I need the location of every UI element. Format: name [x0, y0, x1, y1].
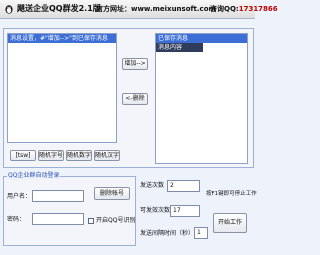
official-site-label: 官方网址：	[96, 5, 131, 13]
send-interval-input[interactable]: 1	[194, 227, 208, 239]
enable-auto-login-checkbox[interactable]	[88, 218, 94, 224]
insert-random-chinese-button[interactable]: 随机汉字	[94, 150, 120, 161]
saved-messages-column-content[interactable]: 消息内容	[156, 43, 203, 52]
saved-messages-header: 已保存消息	[156, 34, 247, 43]
contact-qq-number: 17317866	[238, 5, 278, 13]
official-site-url: www.meixunsoft.com	[131, 5, 216, 13]
delete-account-button[interactable]: 删除帐号	[94, 187, 130, 200]
message-edit-list[interactable]: 消息设置，#"增加-->"到已保存消息	[7, 33, 117, 143]
username-label: 用户名：	[7, 193, 32, 200]
message-edit-header: 消息设置，#"增加-->"到已保存消息	[8, 34, 116, 43]
stop-hint-text: 按F1键即可停止工作	[206, 191, 257, 197]
window-title: 飓送企业QQ群发2.1版	[17, 4, 101, 13]
insert-tsw-button[interactable]: [tsw]	[10, 150, 36, 161]
contact-qq-label: 咨询QQ:	[210, 5, 239, 13]
title-bar: 飓送企业QQ群发2.1版 官方网址：www.meixunsoft.com 咨询Q…	[0, 0, 278, 19]
username-input[interactable]	[32, 190, 84, 202]
start-work-button[interactable]: 开始工作	[213, 213, 247, 233]
sendable-count-input[interactable]: 17	[170, 205, 200, 217]
password-label: 密码：	[7, 216, 26, 223]
login-group-title: QQ企业群自动登录	[7, 172, 61, 180]
contact-qq: 咨询QQ:17317866	[210, 5, 278, 14]
password-input[interactable]	[32, 213, 84, 225]
send-count-label: 发送次数	[140, 182, 165, 189]
send-count-input[interactable]: 2	[167, 180, 200, 192]
insert-random-number-button[interactable]: 随机数字	[66, 150, 92, 161]
sendable-count-label: 可发效次数	[140, 207, 171, 214]
add-button[interactable]: 增加-->	[122, 58, 148, 70]
enable-auto-login-label: 开启QQ号识别	[96, 217, 136, 224]
send-interval-label: 发送间隔时间（秒）	[140, 230, 195, 237]
saved-messages-list[interactable]: 已保存消息 消息内容	[155, 33, 248, 164]
insert-random-size-button[interactable]: 随机字号	[38, 150, 64, 161]
remove-button[interactable]: <-删除	[122, 93, 148, 105]
penguin-icon	[5, 5, 13, 14]
official-site: 官方网址：www.meixunsoft.com	[96, 5, 216, 14]
